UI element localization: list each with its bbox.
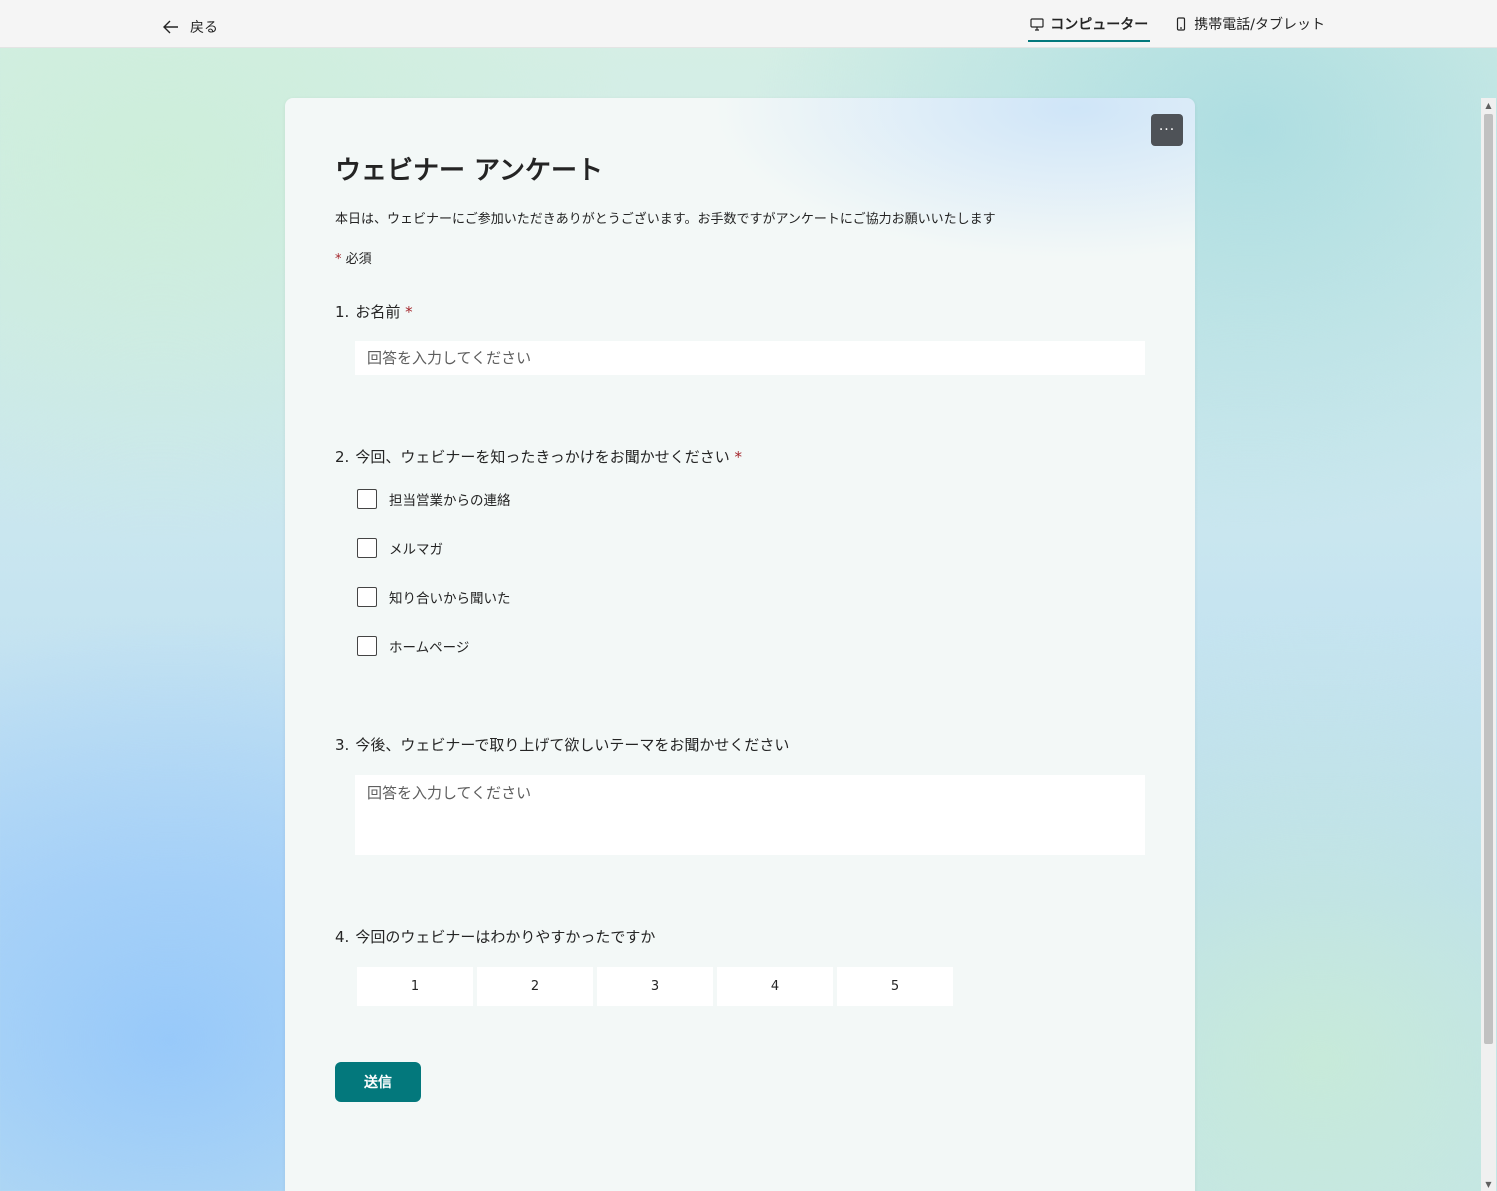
option-label: 担当営業からの連絡 [389, 493, 511, 509]
rating-scale: 1 2 3 4 5 [357, 967, 953, 1006]
question-number: 1. [335, 303, 350, 321]
question-text: 今回のウェビナーはわかりやすかったですか [355, 928, 656, 946]
checkbox[interactable] [357, 489, 377, 509]
checkbox[interactable] [357, 636, 377, 656]
checkbox-option-newsletter[interactable]: メルマガ [357, 537, 443, 559]
scroll-up-arrow-icon[interactable]: ▲ [1481, 98, 1496, 112]
phone-icon [1177, 17, 1186, 31]
required-note-label: 必須 [345, 252, 372, 267]
question-1-label: 1. お名前 * [335, 301, 413, 322]
form-title: ウェビナー アンケート [335, 156, 604, 186]
rating-option-4[interactable]: 4 [717, 967, 833, 1006]
page-scrollbar[interactable]: ▲ ▼ [1481, 98, 1496, 1191]
checkbox-option-homepage[interactable]: ホームページ [357, 635, 469, 657]
checkbox-option-acquaintance[interactable]: 知り合いから聞いた [357, 586, 511, 608]
top-bar: 戻る コンピューター 携帯電話/タブレット [0, 0, 1497, 48]
more-icon: ··· [1158, 122, 1176, 138]
rating-option-2[interactable]: 2 [477, 967, 593, 1006]
name-input[interactable] [355, 341, 1145, 375]
required-star: * [405, 303, 413, 321]
form-card: ··· ウェビナー アンケート 本日は、ウェビナーにご参加いただきありがとうござ… [285, 98, 1195, 1191]
option-label: メルマガ [389, 542, 443, 558]
question-2-label: 2. 今回、ウェビナーを知ったきっかけをお聞かせください * [335, 446, 742, 467]
rating-option-1[interactable]: 1 [357, 967, 473, 1006]
theme-textarea[interactable] [355, 775, 1145, 855]
option-label: ホームページ [389, 640, 470, 656]
checkbox[interactable] [357, 587, 377, 607]
tab-mobile[interactable]: 携帯電話/タブレット [1172, 0, 1327, 48]
tab-computer-label: コンピューター [1050, 17, 1149, 33]
question-4-label: 4. 今回のウェビナーはわかりやすかったですか [335, 926, 655, 947]
checkbox-option-sales[interactable]: 担当営業からの連絡 [357, 488, 511, 510]
rating-option-5[interactable]: 5 [837, 967, 953, 1006]
monitor-icon [1030, 18, 1044, 31]
form-description: 本日は、ウェビナーにご参加いただきありがとうございます。お手数ですがアンケートに… [335, 212, 996, 227]
question-text: お名前 [355, 303, 401, 321]
question-text: 今後、ウェビナーで取り上げて欲しいテーマをお聞かせください [355, 736, 790, 754]
view-mode-tabs: コンピューター 携帯電話/タブレット [1028, 0, 1327, 48]
more-options-button[interactable]: ··· [1151, 114, 1183, 146]
question-text: 今回、ウェビナーを知ったきっかけをお聞かせください [355, 448, 730, 466]
question-number: 2. [335, 448, 350, 466]
scrollbar-thumb[interactable] [1484, 114, 1493, 1044]
required-note: * 必須 [335, 248, 372, 267]
checkbox[interactable] [357, 538, 377, 558]
option-label: 知り合いから聞いた [389, 591, 511, 607]
submit-button[interactable]: 送信 [335, 1062, 421, 1102]
back-label: 戻る [190, 20, 218, 36]
scroll-down-arrow-icon[interactable]: ▼ [1481, 1177, 1496, 1191]
required-star: * [335, 252, 342, 267]
tab-computer[interactable]: コンピューター [1028, 0, 1151, 48]
question-3-label: 3. 今後、ウェビナーで取り上げて欲しいテーマをお聞かせください [335, 734, 789, 755]
back-button[interactable]: 戻る [162, 14, 218, 40]
arrow-left-icon [163, 20, 178, 34]
question-number: 3. [335, 736, 350, 754]
tab-mobile-label: 携帯電話/タブレット [1194, 17, 1325, 33]
question-number: 4. [335, 928, 350, 946]
rating-option-3[interactable]: 3 [597, 967, 713, 1006]
required-star: * [734, 448, 743, 466]
